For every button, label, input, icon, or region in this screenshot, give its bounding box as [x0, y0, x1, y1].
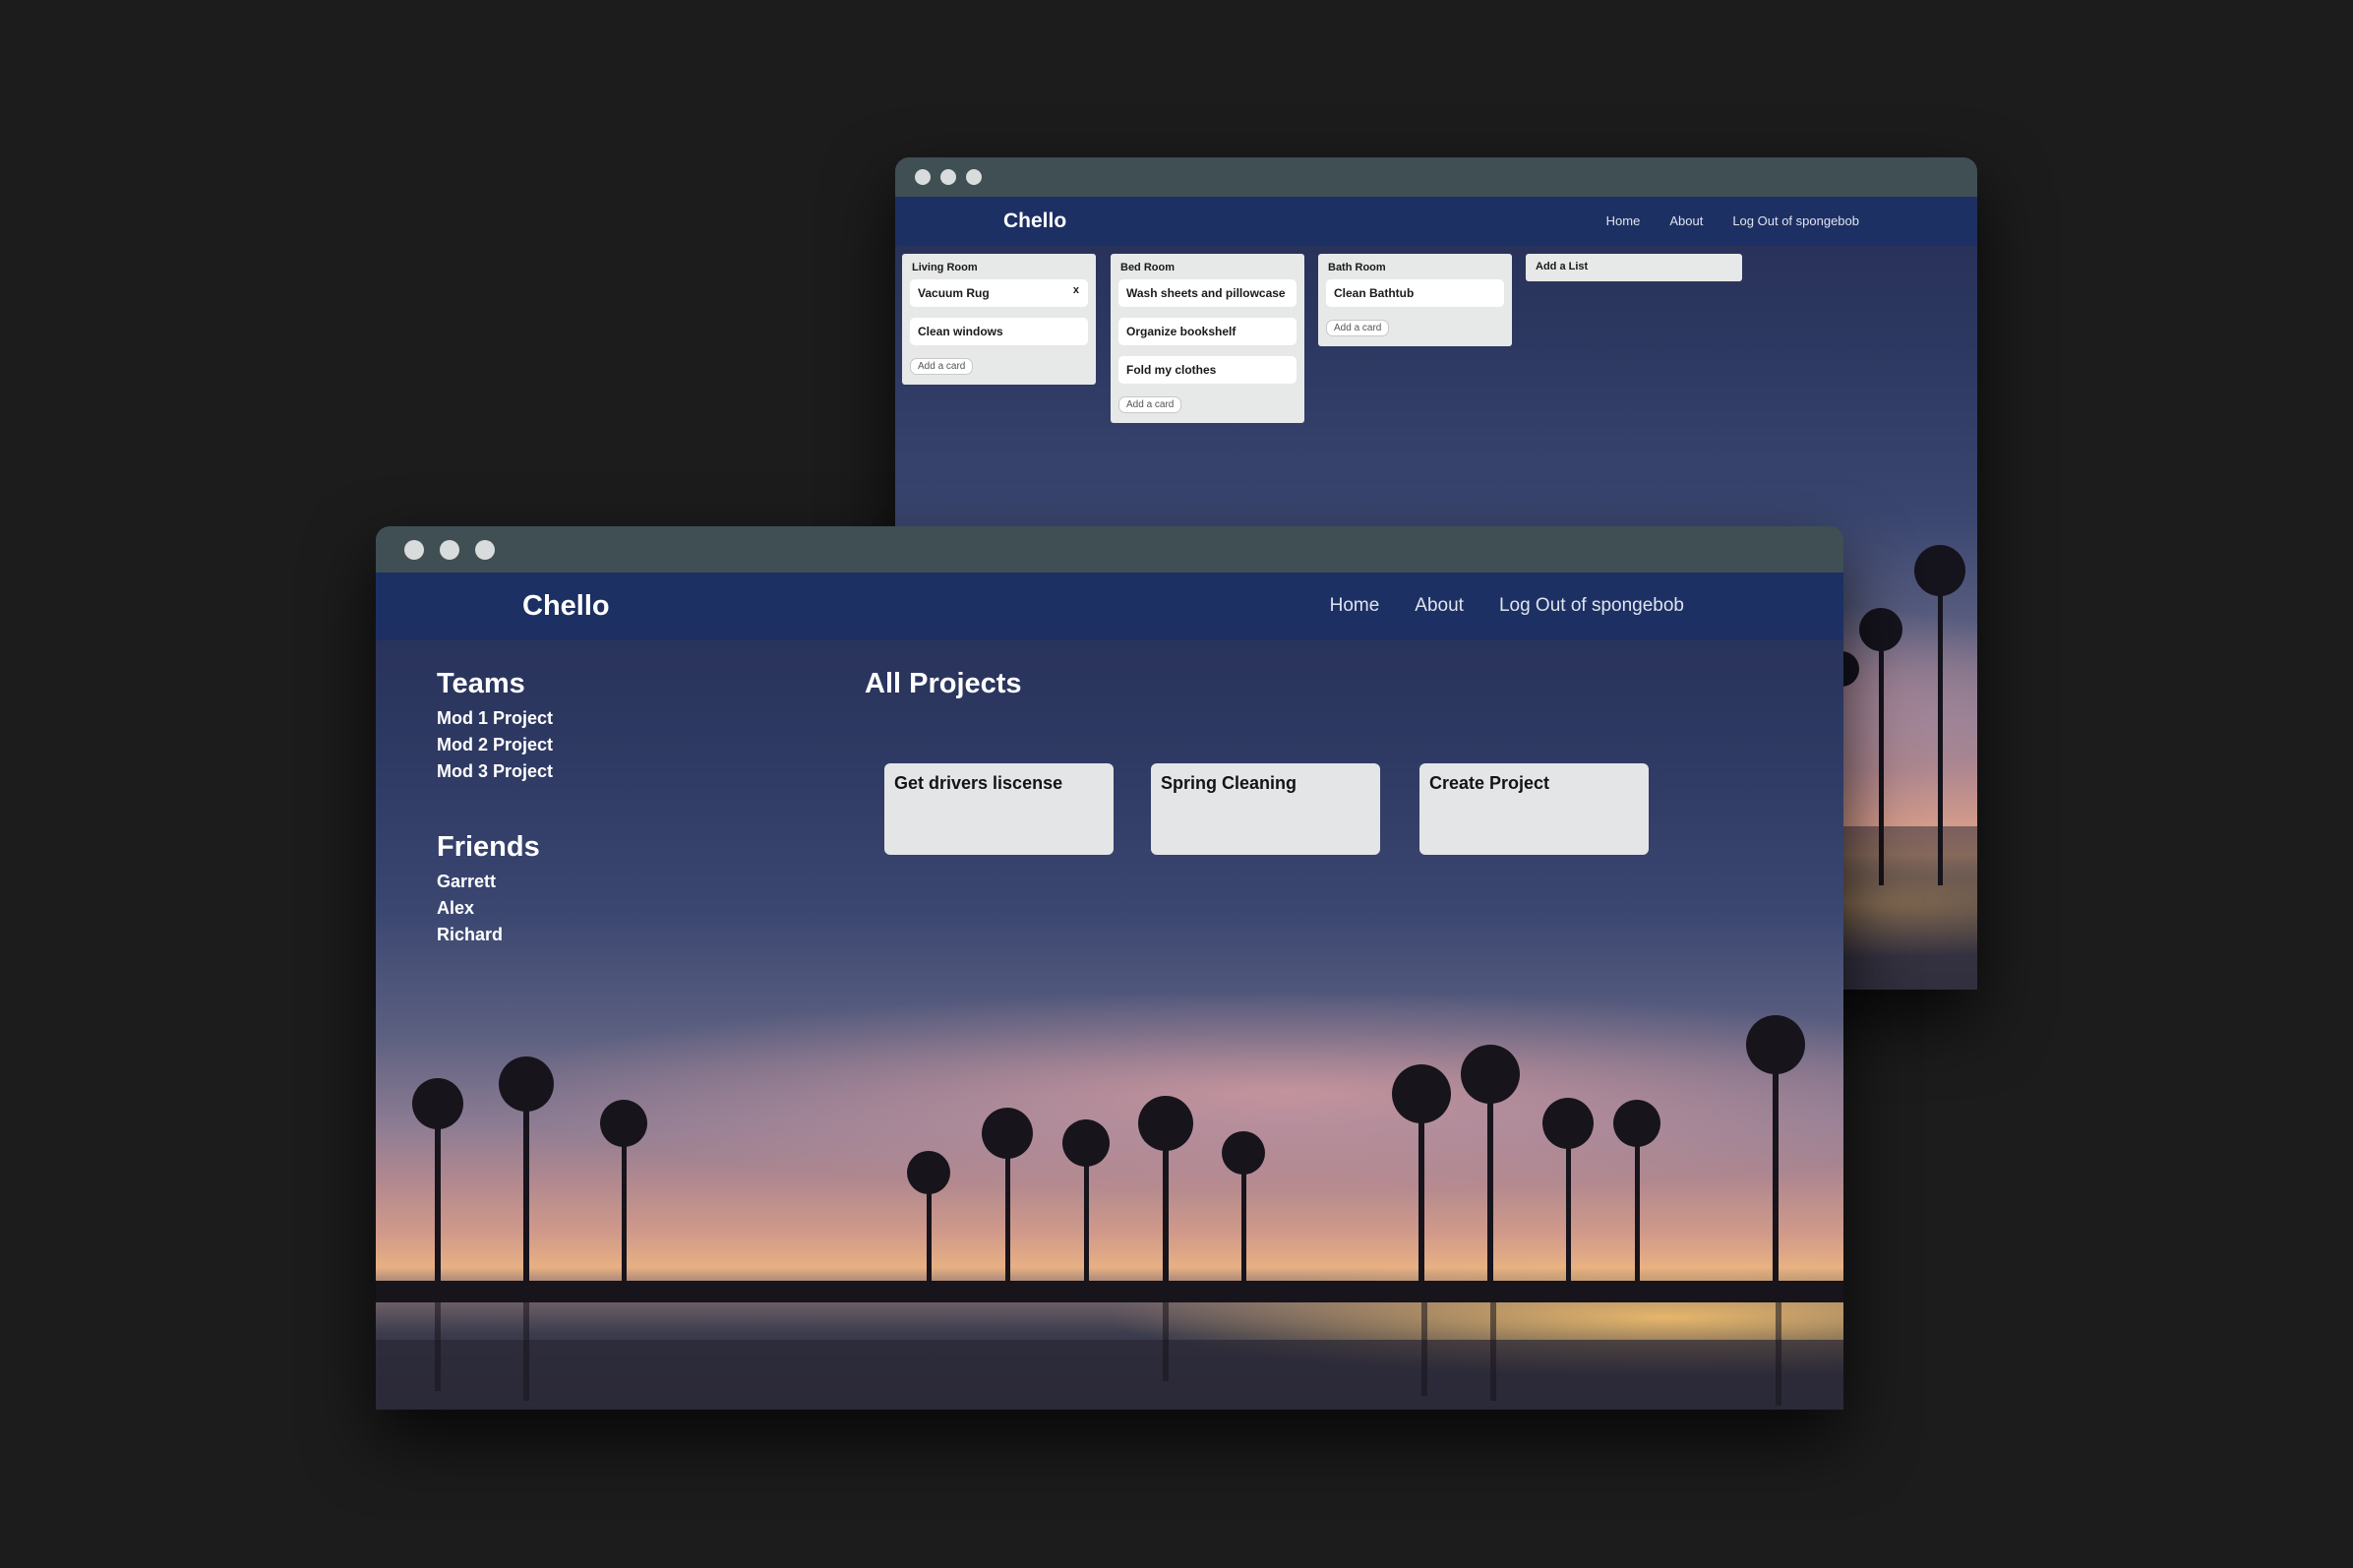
card-label: Organize bookshelf	[1126, 325, 1237, 338]
team-item[interactable]: Mod 1 Project	[437, 708, 553, 729]
list-title: Bath Room	[1328, 262, 1386, 273]
add-card-button[interactable]: Add a card	[910, 358, 974, 375]
nav-home-link[interactable]: Home	[1606, 213, 1641, 228]
list-title: Bed Room	[1120, 262, 1175, 273]
sidebar: Teams Mod 1 Project Mod 2 Project Mod 3 …	[437, 668, 553, 951]
nav-links: Home About Log Out of spongebob	[1330, 595, 1684, 617]
home-page: Chello Home About Log Out of spongebob T…	[376, 573, 1843, 1410]
teams-heading: Teams	[437, 668, 525, 699]
add-card-button[interactable]: Add a card	[1326, 320, 1390, 336]
window-maximize-dot-icon[interactable]	[475, 539, 495, 560]
card-label: Vacuum Rug	[918, 286, 990, 300]
team-item[interactable]: Mod 2 Project	[437, 735, 553, 755]
task-card[interactable]: Clean Bathtub	[1326, 279, 1504, 307]
task-card[interactable]: Organize bookshelf	[1118, 318, 1297, 345]
brand-logo[interactable]: Chello	[522, 590, 610, 623]
all-projects-heading: All Projects	[865, 668, 1022, 699]
window-titlebar	[376, 526, 1843, 573]
task-card[interactable]: Vacuum Rug x	[910, 279, 1088, 307]
delete-card-icon[interactable]: x	[1073, 284, 1079, 296]
list-bath-room: Bath Room Clean Bathtub Add a card	[1318, 254, 1512, 346]
window-minimize-dot-icon[interactable]	[940, 169, 956, 185]
create-project-card[interactable]: Create Project	[1419, 763, 1649, 855]
window-maximize-dot-icon[interactable]	[966, 169, 982, 185]
task-card[interactable]: Clean windows	[910, 318, 1088, 345]
card-label: Wash sheets and pillowcase	[1126, 286, 1286, 300]
nav-about-link[interactable]: About	[1415, 595, 1464, 617]
task-card[interactable]: Wash sheets and pillowcase	[1118, 279, 1297, 307]
window-close-dot-icon[interactable]	[915, 169, 931, 185]
nav-logout-link[interactable]: Log Out of spongebob	[1732, 213, 1859, 228]
project-card[interactable]: Spring Cleaning	[1151, 763, 1380, 855]
list-title: Living Room	[912, 262, 978, 273]
nav-links: Home About Log Out of spongebob	[1606, 213, 1859, 228]
team-item[interactable]: Mod 3 Project	[437, 761, 553, 782]
friends-section: Friends Garrett Alex Richard	[437, 831, 553, 945]
list-living-room: Living Room Vacuum Rug x Clean windows A…	[902, 254, 1096, 385]
nav-home-link[interactable]: Home	[1330, 595, 1380, 617]
friend-item[interactable]: Alex	[437, 898, 553, 919]
add-list-button[interactable]: Add a List	[1526, 254, 1742, 281]
board-navbar: Chello Home About Log Out of spongebob	[895, 197, 1977, 246]
presentation-stage: Chello Home About Log Out of spongebob L…	[0, 0, 2353, 1568]
window-titlebar	[895, 157, 1977, 197]
task-card[interactable]: Fold my clothes	[1118, 356, 1297, 384]
card-label: Clean Bathtub	[1334, 286, 1415, 300]
list-bed-room: Bed Room Wash sheets and pillowcase Orga…	[1111, 254, 1304, 423]
teams-section: Teams Mod 1 Project Mod 2 Project Mod 3 …	[437, 668, 553, 782]
friend-item[interactable]: Richard	[437, 925, 553, 945]
friends-heading: Friends	[437, 831, 540, 863]
project-card[interactable]: Get drivers liscense	[884, 763, 1114, 855]
sunset-background-image	[376, 573, 1843, 1410]
brand-logo[interactable]: Chello	[1003, 210, 1066, 233]
friend-item[interactable]: Garrett	[437, 872, 553, 892]
add-card-button[interactable]: Add a card	[1118, 396, 1182, 413]
card-label: Clean windows	[918, 325, 1003, 338]
home-navbar: Chello Home About Log Out of spongebob	[376, 573, 1843, 640]
nav-logout-link[interactable]: Log Out of spongebob	[1499, 595, 1684, 617]
palm-silhouettes	[376, 1015, 1843, 1410]
home-browser-window: Chello Home About Log Out of spongebob T…	[376, 526, 1843, 1410]
window-close-dot-icon[interactable]	[404, 539, 424, 560]
window-minimize-dot-icon[interactable]	[440, 539, 459, 560]
nav-about-link[interactable]: About	[1669, 213, 1703, 228]
card-label: Fold my clothes	[1126, 363, 1217, 377]
